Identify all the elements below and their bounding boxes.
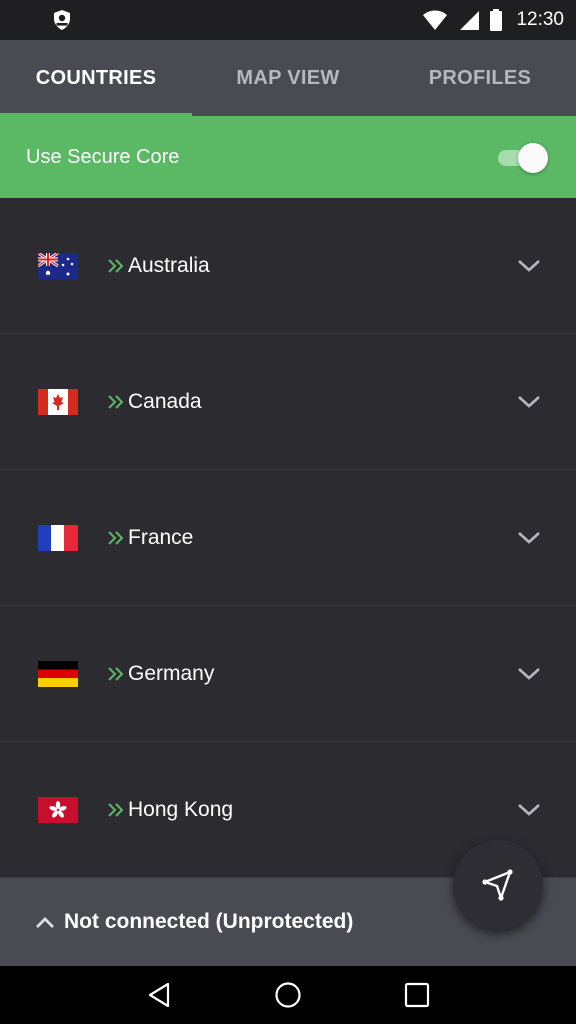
country-row-germany[interactable]: Germany (0, 606, 576, 742)
country-name: Australia (128, 253, 210, 277)
country-name: Germany (128, 661, 215, 685)
country-row-france[interactable]: France (0, 470, 576, 606)
hong-kong-flag-icon (38, 796, 78, 823)
chevron-down-icon[interactable] (516, 256, 542, 276)
tab-bar: COUNTRIES MAP VIEW PROFILES (0, 40, 576, 116)
secure-core-arrows-icon (108, 530, 124, 545)
status-bar: 12:30 (0, 0, 576, 40)
system-nav-bar (0, 966, 576, 1024)
country-row-canada[interactable]: Canada (0, 334, 576, 470)
connection-status-text: Not connected (Unprotected) (64, 910, 354, 933)
secure-core-arrows-icon (108, 394, 124, 409)
secure-core-toggle[interactable] (496, 141, 548, 173)
country-name: Canada (128, 389, 202, 413)
chevron-down-icon[interactable] (516, 664, 542, 684)
country-name: Hong Kong (128, 797, 234, 821)
home-icon[interactable] (273, 980, 303, 1010)
recents-icon[interactable] (402, 980, 432, 1010)
secure-core-arrows-icon (108, 258, 124, 273)
australia-flag-icon (38, 252, 78, 279)
secure-core-arrows-icon (108, 802, 124, 817)
secure-core-arrows-icon (108, 666, 124, 681)
country-list: Australia Canada France Germany Hong Kon… (0, 198, 576, 878)
toggle-thumb (518, 143, 548, 173)
germany-flag-icon (38, 660, 78, 687)
chevron-up-icon (36, 917, 54, 928)
chevron-down-icon[interactable] (516, 800, 542, 820)
chevron-down-icon[interactable] (516, 392, 542, 412)
back-icon[interactable] (144, 980, 174, 1010)
battery-icon (490, 9, 503, 31)
app-badge-icon (54, 10, 70, 30)
tab-map-view[interactable]: MAP VIEW (192, 40, 384, 116)
clock-time: 12:30 (516, 9, 564, 30)
connect-send-icon (482, 869, 513, 901)
tab-countries[interactable]: COUNTRIES (0, 40, 192, 116)
country-row-australia[interactable]: Australia (0, 198, 576, 334)
quick-connect-button[interactable] (453, 840, 543, 930)
tab-profiles[interactable]: PROFILES (384, 40, 576, 116)
chevron-down-icon[interactable] (516, 528, 542, 548)
canada-flag-icon (38, 388, 78, 415)
country-name: France (128, 525, 194, 549)
cellular-icon (460, 11, 480, 30)
wifi-icon (423, 10, 448, 30)
secure-core-label: Use Secure Core (26, 145, 180, 168)
secure-core-bar: Use Secure Core (0, 116, 576, 198)
france-flag-icon (38, 524, 78, 551)
